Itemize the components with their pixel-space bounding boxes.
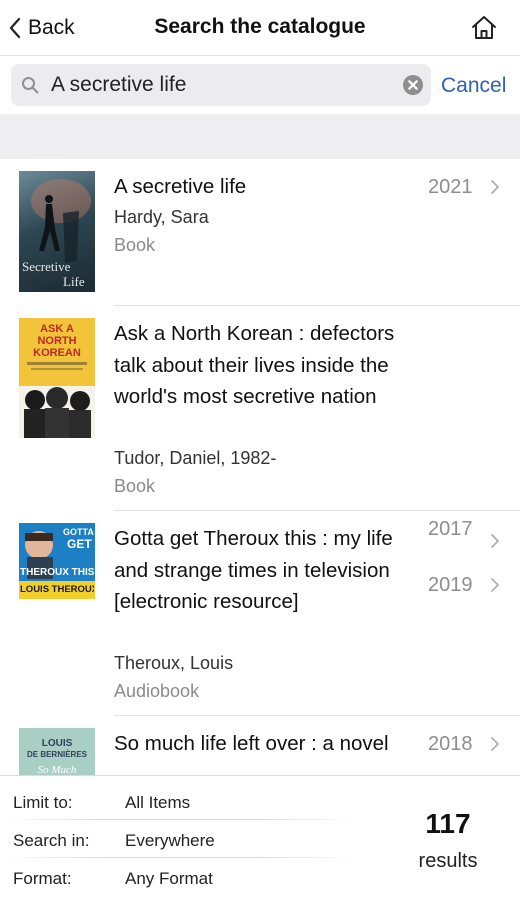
limit-to-value[interactable]: All Items bbox=[125, 793, 190, 813]
book-cover: Secretive Life bbox=[19, 171, 95, 292]
search-box[interactable] bbox=[11, 64, 431, 106]
cover-text: So Much bbox=[37, 764, 77, 775]
result-format: Audiobook bbox=[114, 681, 200, 701]
results-list: Secretive Life A secretive life Hardy, S… bbox=[0, 159, 520, 775]
cancel-button[interactable]: Cancel bbox=[441, 74, 506, 98]
result-title: Gotta get Theroux this : my life and str… bbox=[114, 527, 393, 613]
filter-footer: Limit to: All Items Search in: Everywher… bbox=[0, 775, 520, 900]
cover-text: Secretive bbox=[22, 259, 71, 274]
limit-to-label: Limit to: bbox=[13, 793, 73, 812]
result-row[interactable]: Secretive Life A secretive life Hardy, S… bbox=[0, 159, 520, 305]
search-row: Cancel bbox=[0, 56, 520, 114]
section-separator bbox=[0, 114, 520, 159]
result-year: 2021 bbox=[428, 176, 473, 198]
result-author: Hardy, Sara bbox=[114, 207, 209, 227]
results-count-label: results bbox=[418, 850, 478, 872]
result-title: Ask a North Korean : defectors talk abou… bbox=[114, 322, 395, 408]
chevron-right-icon bbox=[491, 578, 499, 592]
format-value[interactable]: Any Format bbox=[125, 869, 213, 889]
home-icon[interactable] bbox=[470, 14, 498, 42]
result-title: A secretive life bbox=[114, 175, 247, 198]
result-year: 2019 bbox=[428, 574, 473, 596]
chevron-right-icon bbox=[491, 180, 499, 194]
nav-bar: Back Search the catalogue bbox=[0, 0, 520, 56]
chevron-right-icon bbox=[491, 737, 499, 751]
result-format: Book bbox=[114, 235, 156, 255]
search-in-value[interactable]: Everywhere bbox=[125, 831, 215, 851]
result-author: Tudor, Daniel, 1982- bbox=[114, 448, 277, 468]
search-in-label: Search in: bbox=[13, 831, 90, 850]
chevron-left-icon bbox=[9, 17, 21, 39]
result-title: So much life left over : a novel bbox=[114, 732, 389, 755]
book-cover: GOTTA GET THEROUX THIS LOUIS THEROUX bbox=[19, 523, 95, 599]
search-input[interactable] bbox=[51, 69, 391, 101]
book-cover: ASK A NORTH KOREAN bbox=[19, 318, 95, 438]
filter-divider bbox=[0, 819, 360, 820]
cover-text: GET bbox=[67, 537, 92, 551]
back-button[interactable]: Back bbox=[8, 12, 75, 44]
result-year: 2018 bbox=[428, 733, 473, 755]
cover-text: GOTTA bbox=[63, 527, 94, 537]
result-row[interactable]: GOTTA GET THEROUX THIS LOUIS THEROUX Got… bbox=[0, 511, 520, 715]
format-label: Format: bbox=[13, 869, 72, 888]
cover-text: LOUIS THEROUX bbox=[20, 584, 94, 595]
filter-divider bbox=[0, 857, 360, 858]
page-title: Search the catalogue bbox=[154, 15, 366, 38]
result-row[interactable]: LOUIS DE BERNIÈRES So Much So much life … bbox=[0, 716, 520, 775]
results-count: 117 bbox=[425, 808, 471, 839]
search-icon bbox=[22, 77, 39, 94]
cover-text: Life bbox=[63, 274, 85, 289]
result-author: Theroux, Louis bbox=[114, 653, 234, 673]
clear-search-icon[interactable] bbox=[403, 75, 423, 95]
cover-text: LOUIS bbox=[41, 738, 73, 749]
result-row[interactable]: ASK A NORTH KOREAN Ask a North Korean : … bbox=[0, 306, 520, 548]
back-label: Back bbox=[28, 16, 75, 39]
book-cover: LOUIS DE BERNIÈRES So Much bbox=[19, 728, 95, 775]
cover-text: THEROUX THIS bbox=[20, 567, 94, 578]
result-format: Book bbox=[114, 476, 156, 496]
cover-text: DE BERNIÈRES bbox=[26, 750, 87, 759]
